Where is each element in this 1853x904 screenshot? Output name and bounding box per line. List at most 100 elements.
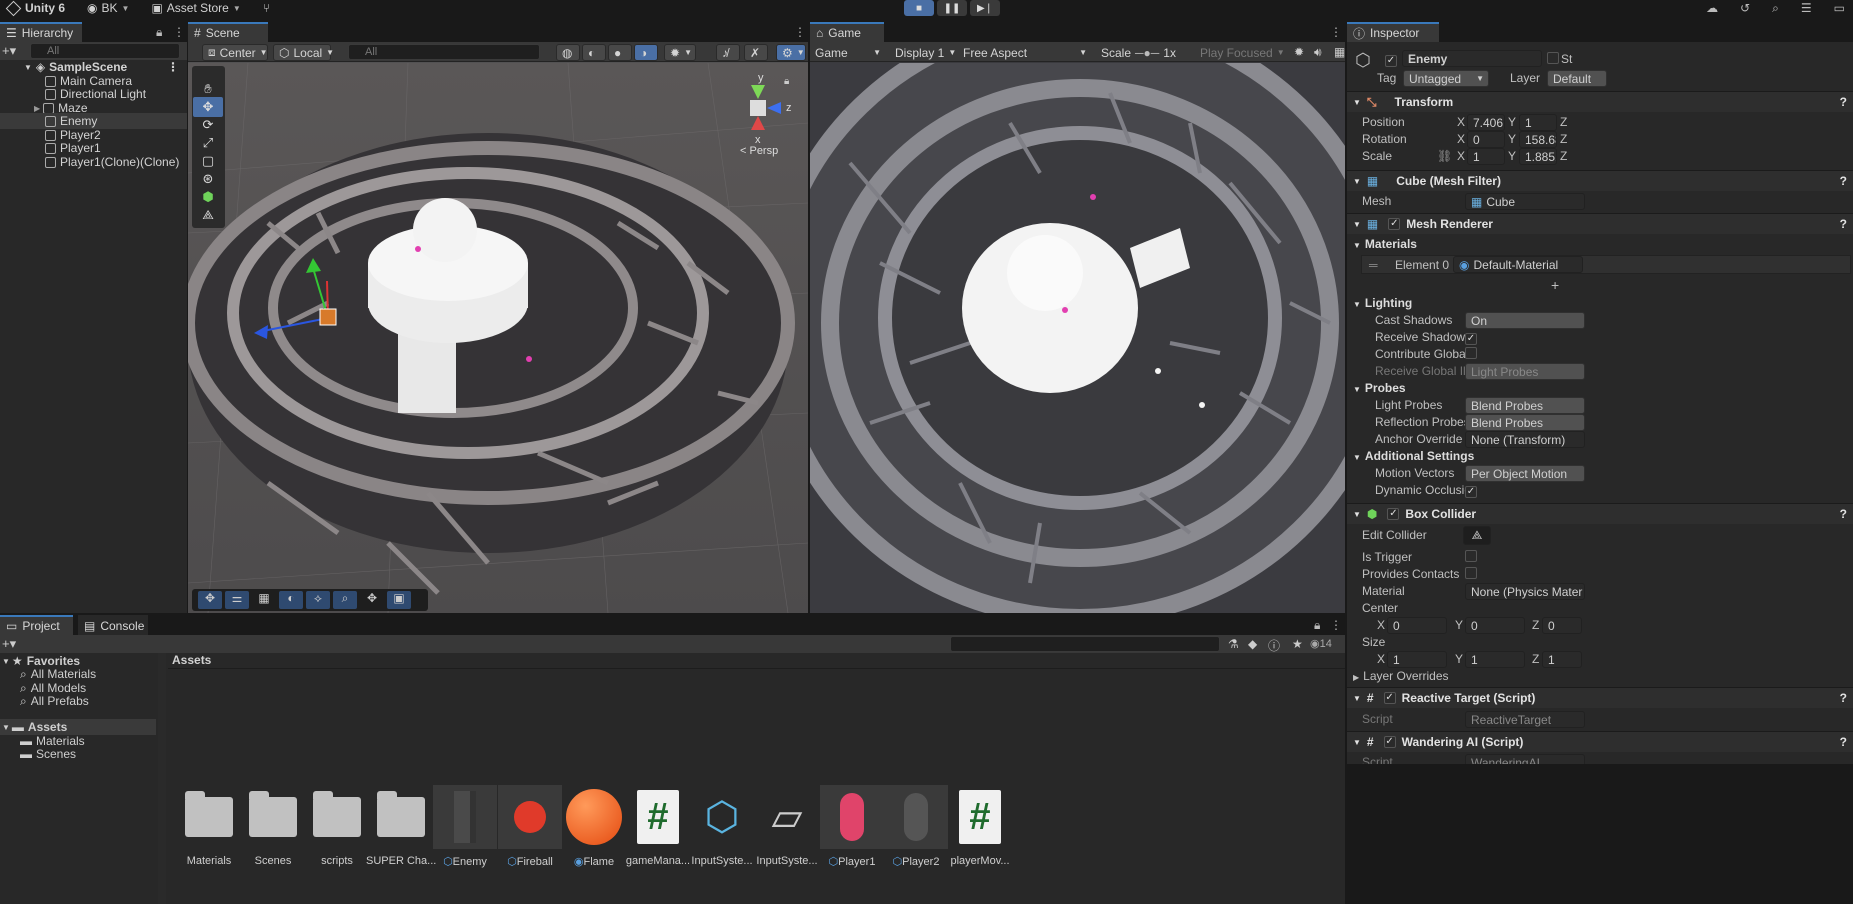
audio-icon[interactable]: 🔊︎ [1314, 45, 1322, 60]
asset-player2-prefab[interactable]: ⬡Player2 [881, 785, 951, 868]
reactive-script-field[interactable]: ReactiveTarget [1465, 711, 1585, 728]
filter-type-icon[interactable]: ⚗ [1228, 637, 1239, 651]
enabled-checkbox[interactable]: ✓ [1388, 218, 1401, 230]
camera-icon[interactable]: ▣ [387, 591, 411, 609]
tab-console[interactable]: ▤ Console [78, 615, 148, 635]
reactive-target-header[interactable]: ▼ # ✓ Reactive Target (Script)? [1347, 687, 1853, 708]
custom-tool-button[interactable]: ⬢ [193, 187, 223, 207]
lit-button[interactable]: ◑ [634, 44, 658, 61]
pan-icon[interactable]: ✥ [360, 591, 384, 609]
pause-button[interactable]: ❚❚ [937, 0, 967, 16]
audio-toggle[interactable]: ♪̸ [716, 44, 740, 61]
version-control-button[interactable]: ⑂ [263, 1, 270, 15]
move-tool-button[interactable]: ✥ [193, 97, 223, 117]
label-icon[interactable]: ◆ [1248, 637, 1257, 651]
rotate-tool-button[interactable]: ⟳ [193, 115, 223, 135]
asset-player1-prefab[interactable]: ⬡Player1 [817, 785, 887, 868]
account-button[interactable]: ◉ BK ▼ [87, 1, 129, 15]
wandering-ai-header[interactable]: ▼ # ✓ Wandering AI (Script)? [1347, 731, 1853, 752]
help-icon[interactable]: ? [1840, 217, 1847, 231]
mesh-filter-header[interactable]: ▼ ▦ Cube (Mesh Filter)? [1347, 170, 1853, 191]
aspect-dropdown[interactable]: Free Aspect ▼ [958, 44, 1092, 61]
zoom-icon[interactable]: ⌕ [333, 591, 357, 609]
lock-icon[interactable]: 🔒︎ [1314, 618, 1320, 633]
collider-material-field[interactable]: None (Physics Mater [1465, 583, 1585, 600]
search-icon[interactable]: ⌕ [1772, 1, 1779, 16]
gizmos-icon[interactable]: ▦ [1334, 45, 1345, 59]
is-trigger-checkbox[interactable] [1465, 550, 1477, 565]
breadcrumb[interactable]: Assets [168, 653, 1345, 669]
wireframe-button[interactable]: ◍ [556, 44, 580, 61]
receive-shadows-checkbox[interactable]: ✓ [1465, 330, 1477, 345]
stats-icon[interactable]: ✹ [1294, 45, 1304, 59]
expand-arrow-icon[interactable]: ▶ [34, 104, 40, 113]
tree-folder-scenes[interactable]: ▬ Scenes [0, 746, 76, 762]
asset-folder-materials[interactable]: Materials [174, 785, 244, 867]
asset-fireball-prefab[interactable]: ⬡Fireball [495, 785, 565, 868]
provides-contacts-checkbox[interactable] [1465, 567, 1477, 582]
transform-header[interactable]: ▼ ⤡ Transform? [1347, 91, 1853, 112]
asset-input-system-actions[interactable]: ⬡ InputSyste... [687, 785, 757, 867]
tab-hierarchy[interactable]: ☰ Hierarchy [0, 22, 82, 42]
center-y-field[interactable]: 0 [1465, 617, 1525, 634]
size-x-field[interactable]: 1 [1387, 651, 1447, 668]
scale-y-field[interactable]: 1.8851 [1519, 148, 1557, 165]
help-icon[interactable]: ? [1840, 735, 1847, 749]
additional-settings-foldout[interactable]: ▼ Additional Settings [1353, 449, 1474, 463]
play-button[interactable]: ■ [904, 0, 934, 16]
asset-game-manager-script[interactable]: # gameMana... [623, 785, 693, 867]
scene-search-input[interactable]: All [348, 44, 540, 60]
lock-icon[interactable]: 🔒︎ [156, 25, 162, 40]
layout-icon[interactable]: ▭ [1834, 1, 1845, 15]
receive-gi-dropdown[interactable]: Light Probes [1465, 363, 1585, 380]
add-icon[interactable]: +▾ [2, 43, 16, 59]
cloud-icon[interactable]: ☁ [1706, 1, 1718, 15]
gizmos-dropdown[interactable]: ⚙ ▼ [776, 44, 806, 61]
position-x-field[interactable]: 7.406 [1467, 114, 1505, 131]
enabled-checkbox[interactable]: ✓ [1383, 692, 1396, 704]
move-icon[interactable]: ✥ [198, 591, 222, 609]
active-checkbox[interactable]: ✓ [1385, 52, 1397, 67]
materials-foldout[interactable]: ▼ Materials [1353, 237, 1417, 251]
kebab-menu-icon[interactable]: ⋮ [1330, 618, 1342, 632]
center-x-field[interactable]: 0 [1387, 617, 1447, 634]
wandering-script-field[interactable]: WanderingAI [1465, 754, 1585, 764]
contribute-global-checkbox[interactable] [1465, 347, 1477, 362]
reflection-probes-dropdown[interactable]: Blend Probes [1465, 414, 1585, 431]
sphere-icon[interactable]: ◐ [279, 591, 303, 609]
kebab-menu-icon[interactable]: ⋮ [1330, 25, 1342, 39]
orientation-gizmo[interactable]: y z x 🔒︎ [738, 72, 792, 152]
display-dropdown[interactable]: Display 1 ▼ [890, 44, 956, 61]
layers-icon[interactable]: ☰ [1801, 1, 1812, 15]
rotation-y-field[interactable]: 158.68 [1519, 131, 1557, 148]
asset-folder-scenes[interactable]: Scenes [238, 785, 308, 867]
hand-tool-button[interactable]: ✋︎ [193, 79, 223, 99]
object-name-input[interactable]: Enemy [1402, 50, 1542, 67]
layer-overrides-foldout[interactable]: ▶ Layer Overrides [1353, 669, 1449, 683]
scale-x-field[interactable]: 1 [1467, 148, 1505, 165]
cast-shadows-dropdown[interactable]: On [1465, 312, 1585, 329]
static-checkbox[interactable] [1547, 52, 1559, 67]
shaded-button[interactable]: ● [608, 44, 632, 61]
size-z-field[interactable]: 1 [1542, 651, 1582, 668]
light-probes-dropdown[interactable]: Blend Probes [1465, 397, 1585, 414]
mesh-field[interactable]: ▦ Cube [1465, 193, 1585, 210]
rotation-x-field[interactable]: 0 [1467, 131, 1505, 148]
link-icon[interactable]: ⛓ [1437, 149, 1452, 163]
tag-dropdown[interactable]: Untagged ▼ [1403, 70, 1489, 87]
help-icon[interactable]: ? [1840, 691, 1847, 705]
space-dropdown[interactable]: ⬡ Local ▼ [273, 44, 334, 61]
box-collider-header[interactable]: ▼ ⬢ ✓ Box Collider? [1347, 503, 1853, 524]
edit-collider-button[interactable]: ⟁ [1463, 526, 1491, 545]
pivot-dropdown[interactable]: ⧈ Center ▼ [202, 44, 268, 61]
persp-label[interactable]: < Persp [740, 145, 778, 157]
anchor-override-field[interactable]: None (Transform) [1465, 431, 1585, 448]
project-search-input[interactable] [950, 636, 1220, 652]
mesh-renderer-header[interactable]: ▼ ▦ ✓ Mesh Renderer? [1347, 213, 1853, 234]
game-mode-dropdown[interactable]: Game ▼ [810, 44, 886, 61]
game-viewport[interactable] [810, 63, 1345, 613]
kebab-menu-icon[interactable]: ⋮ [173, 25, 185, 39]
asset-player-movement-script[interactable]: # playerMov... [945, 785, 1015, 867]
edit-collider-tool-button[interactable]: ⟁ [193, 205, 223, 225]
tab-scene[interactable]: # Scene [188, 22, 268, 42]
